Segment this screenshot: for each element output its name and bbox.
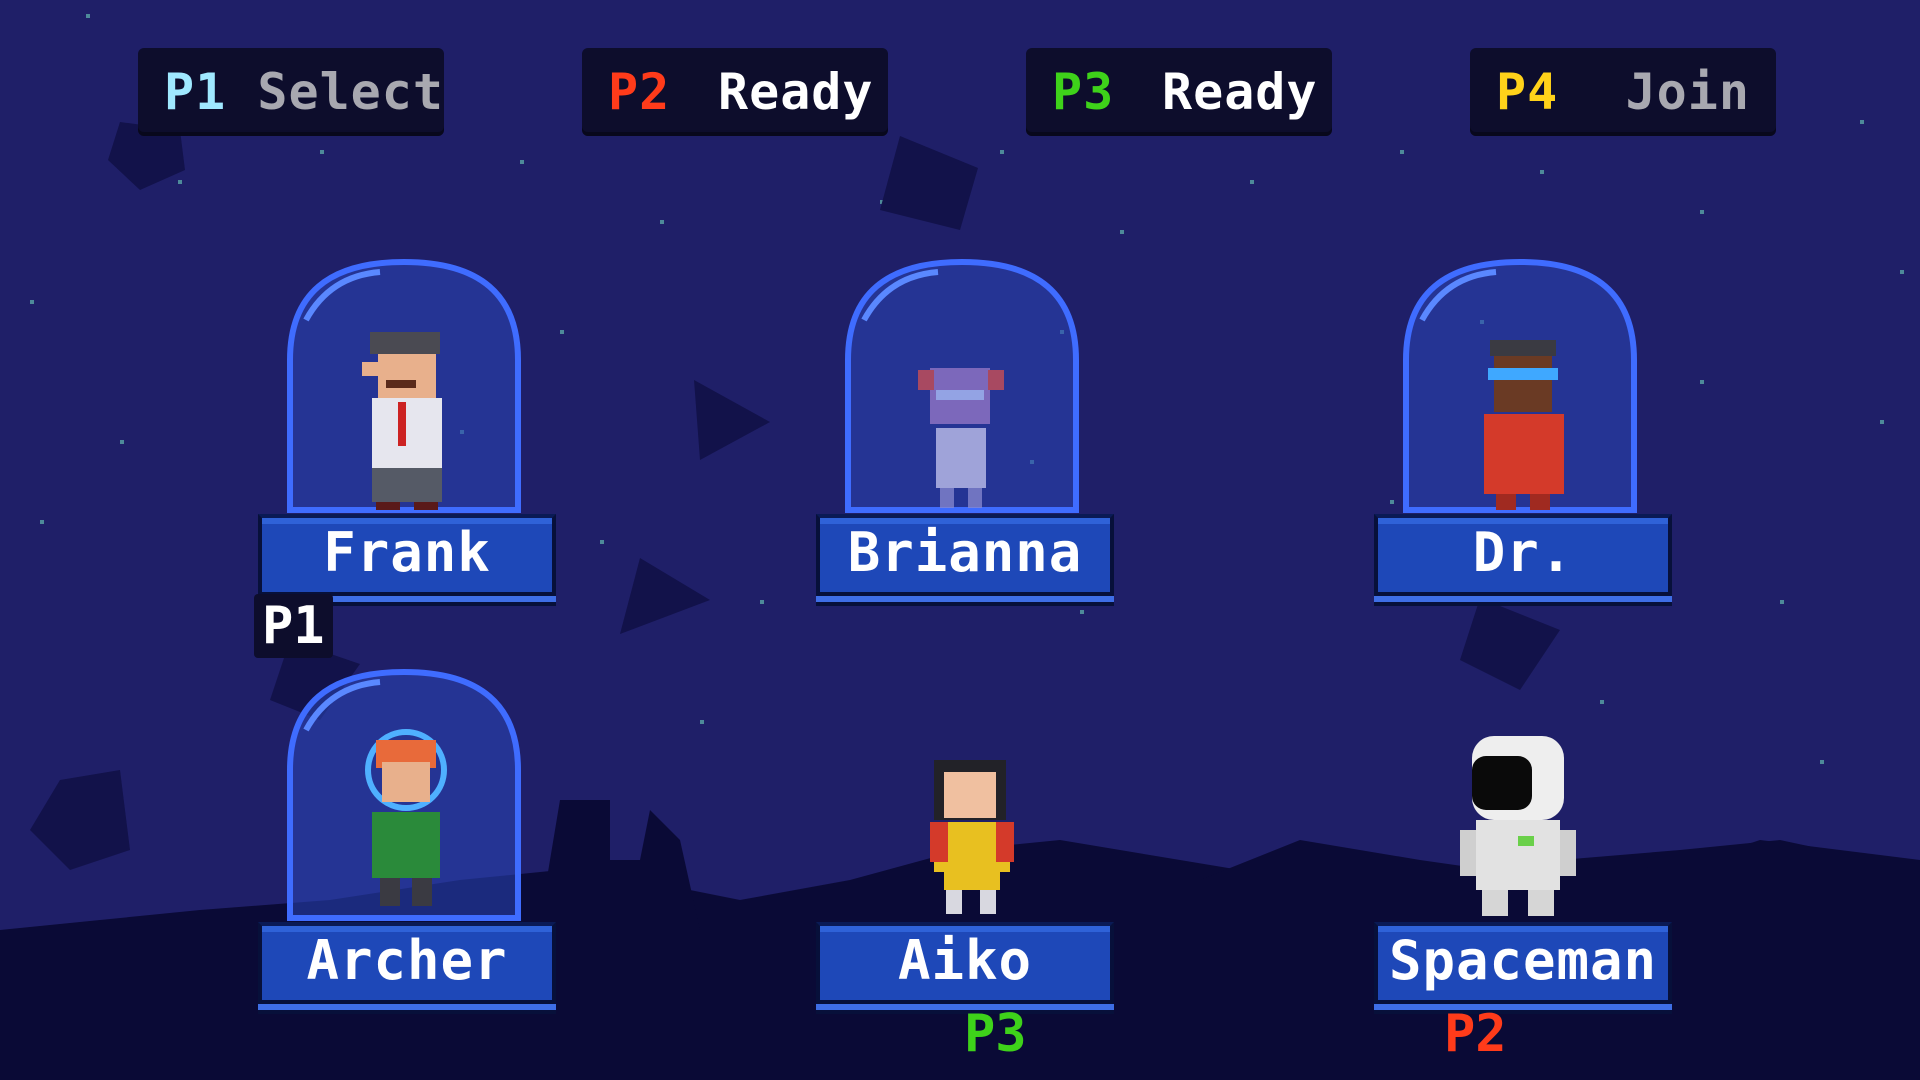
character-name: Spaceman [1388,929,1658,992]
nameplate-archer[interactable]: Archer [258,922,556,1004]
player-slot-p1[interactable]: P1 Select [138,48,444,136]
character-name: Archer [306,929,508,992]
player-status: Select [257,63,444,121]
cursor-p3: P3 [964,1004,1027,1064]
player-status: Join [1625,63,1750,121]
player-tag: P1 [164,63,227,121]
character-name: Frank [323,521,491,584]
player-tag: P4 [1496,63,1559,121]
nameplate-brianna[interactable]: Brianna [816,514,1114,596]
player-slot-p3[interactable]: P3 Ready [1026,48,1332,136]
character-name: Dr. [1472,521,1574,584]
nameplate-dr[interactable]: Dr. [1374,514,1672,596]
cursor-p1: P1 [254,594,333,658]
character-name: Aiko [897,929,1033,992]
nameplate-spaceman[interactable]: Spaceman [1374,922,1672,1004]
nameplate-aiko[interactable]: Aiko [816,922,1114,1004]
cursor-p2: P2 [1444,1004,1507,1064]
nameplate-frank[interactable]: Frank [258,514,556,596]
player-status: Ready [718,63,874,121]
player-status: Ready [1162,63,1318,121]
player-slot-p4[interactable]: P4 Join [1470,48,1776,136]
character-select-ui: P1 Select P2 Ready P3 Ready P4 Join Fran… [0,0,1920,1080]
player-tag: P3 [1052,63,1115,121]
player-tag: P2 [608,63,671,121]
character-name: Brianna [847,521,1083,584]
player-slot-p2[interactable]: P2 Ready [582,48,888,136]
